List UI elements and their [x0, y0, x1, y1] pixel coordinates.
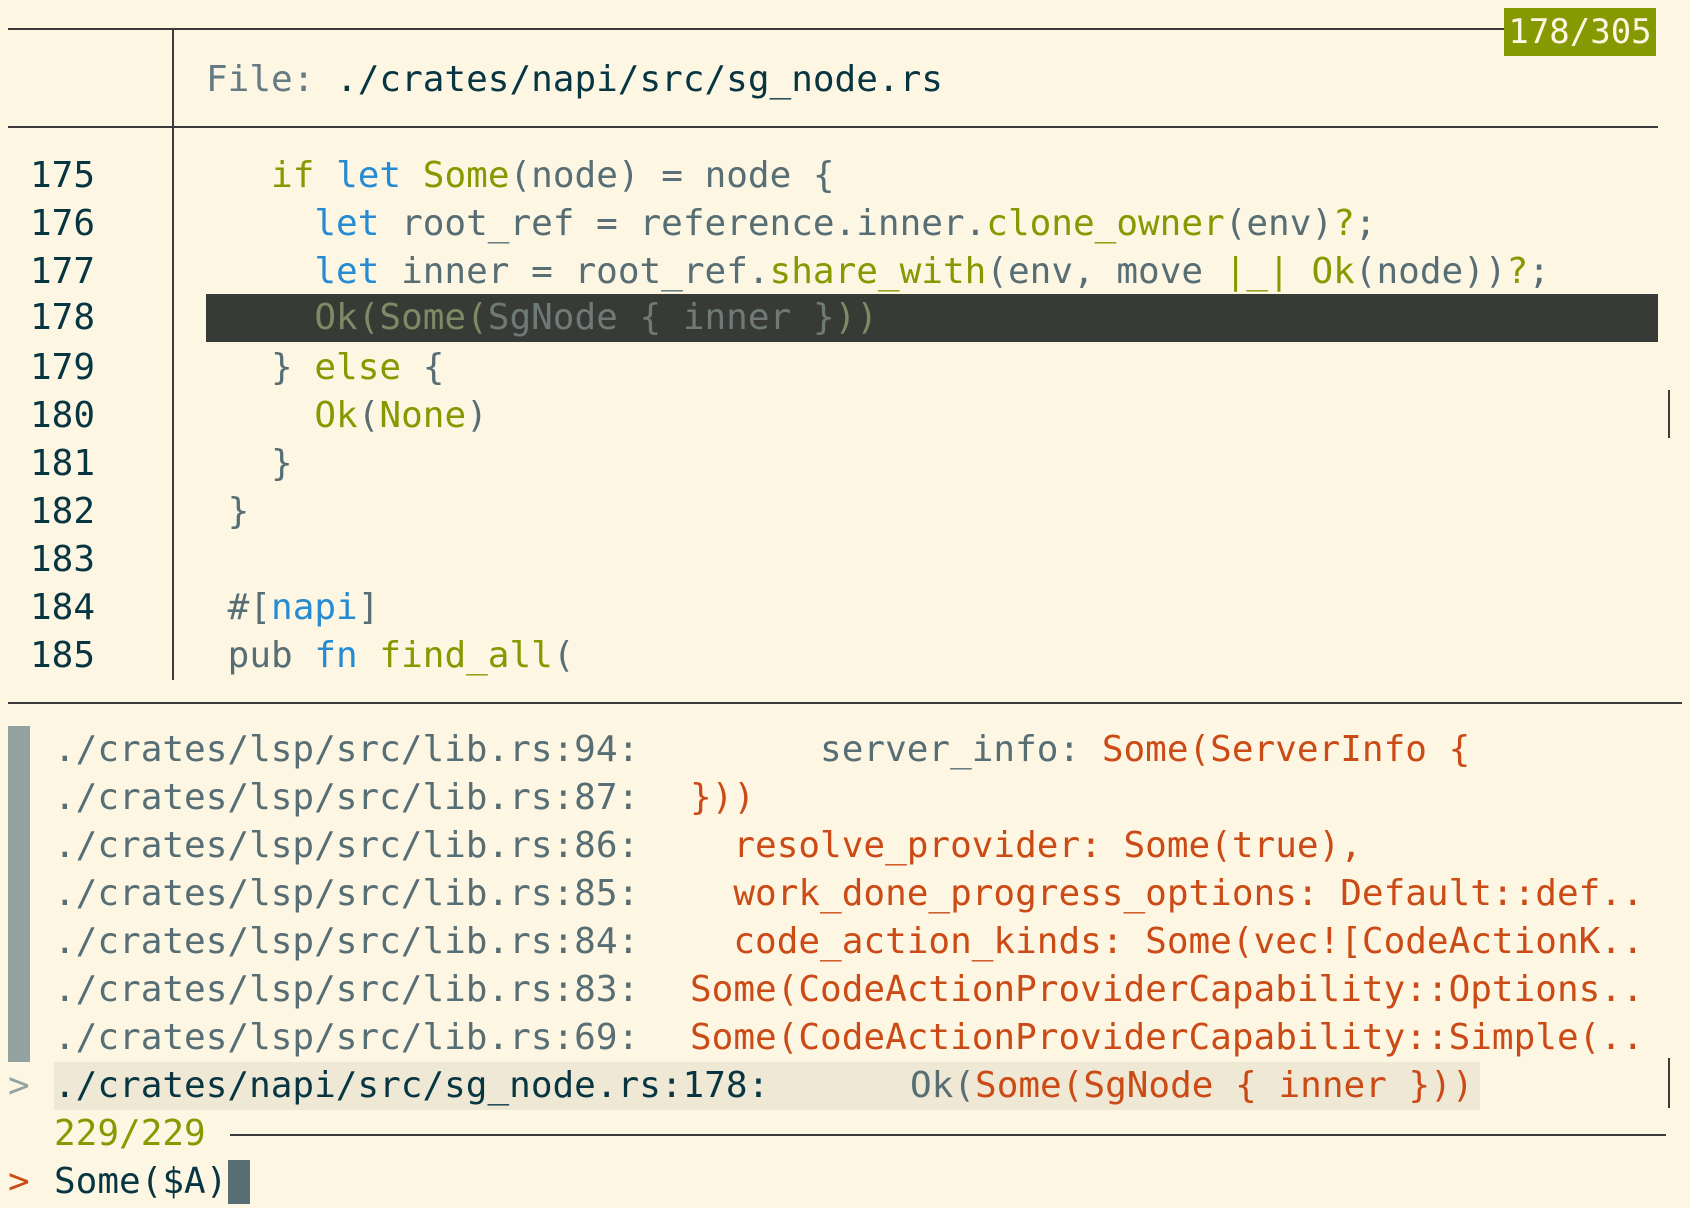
line-number: 178 [30, 297, 96, 338]
result-snippet: resolve_provider: Some(true), [690, 825, 1362, 866]
file-prefix: File: [206, 59, 337, 100]
result-path: ./crates/lsp/src/lib.rs:86: [54, 825, 640, 866]
line-number: 181 [30, 443, 96, 484]
result-path: ./crates/lsp/src/lib.rs:69: [54, 1017, 640, 1058]
result-snippet: })) [690, 777, 756, 818]
text-cursor [228, 1160, 250, 1204]
line-number: 183 [30, 539, 96, 580]
result-path: ./crates/lsp/src/lib.rs:87: [54, 777, 640, 818]
search-query-input[interactable]: Some($A) [54, 1158, 227, 1206]
line-number: 175 [30, 155, 96, 196]
code-line: } [206, 491, 250, 532]
code-line: #[napi] [206, 587, 380, 628]
code-line: if let Some(node) = node { [271, 155, 835, 196]
result-path: ./crates/lsp/src/lib.rs:83: [54, 969, 640, 1010]
code-line: let root_ref = reference.inner.clone_own… [314, 203, 1377, 244]
result-snippet: server_info: Some(ServerInfo { [690, 729, 1471, 770]
result-path: ./crates/lsp/src/lib.rs:84: [54, 921, 640, 962]
line-number: 182 [30, 491, 96, 532]
preview-header-divider [8, 126, 1658, 128]
line-number: 179 [30, 347, 96, 388]
preview-scrollbar[interactable] [1668, 390, 1670, 438]
code-line: } else { [206, 347, 445, 388]
code-line: let inner = root_ref.share_with(env, mov… [314, 251, 1550, 292]
preview-bottom-border [8, 702, 1682, 704]
line-number: 180 [30, 395, 96, 436]
file-path: ./crates/napi/src/sg_node.rs [336, 59, 943, 100]
line-number: 177 [30, 251, 96, 292]
code-line: pub fn find_all( [206, 635, 575, 676]
code-line: } [206, 443, 293, 484]
preview-file-header: File: ./crates/napi/src/sg_node.rs [206, 56, 943, 104]
result-snippet: code_action_kinds: Some(vec![CodeActionK… [690, 921, 1644, 962]
selection-marker: > [8, 1065, 30, 1106]
result-snippet: Some(CodeActionProviderCapability::Optio… [690, 969, 1644, 1010]
preview-position-counter: 178/305 [1504, 8, 1656, 56]
code-line: Ok(None) [314, 395, 488, 436]
result-path: ./crates/lsp/src/lib.rs:94: [54, 729, 640, 770]
status-divider [230, 1134, 1666, 1136]
line-number: 184 [30, 587, 96, 628]
results-scroll-mark [1668, 1058, 1670, 1108]
selected-result-snippet: Ok(Some(SgNode { inner })) [910, 1065, 1474, 1106]
result-snippet: Some(CodeActionProviderCapability::Simpl… [690, 1017, 1644, 1058]
selected-result-path: ./crates/napi/src/sg_node.rs:178: [54, 1065, 770, 1106]
result-snippet: work_done_progress_options: Default::def… [690, 873, 1644, 914]
line-number: 176 [30, 203, 96, 244]
prompt-marker: > [8, 1161, 30, 1202]
preview-top-border [8, 28, 1504, 30]
result-path: ./crates/lsp/src/lib.rs:85: [54, 873, 640, 914]
line-number: 185 [30, 635, 96, 676]
code-line-highlighted: Ok(Some(SgNode { inner })) [206, 297, 878, 338]
match-count: 229/229 [54, 1113, 206, 1154]
results-scrollbar[interactable] [8, 726, 30, 1062]
